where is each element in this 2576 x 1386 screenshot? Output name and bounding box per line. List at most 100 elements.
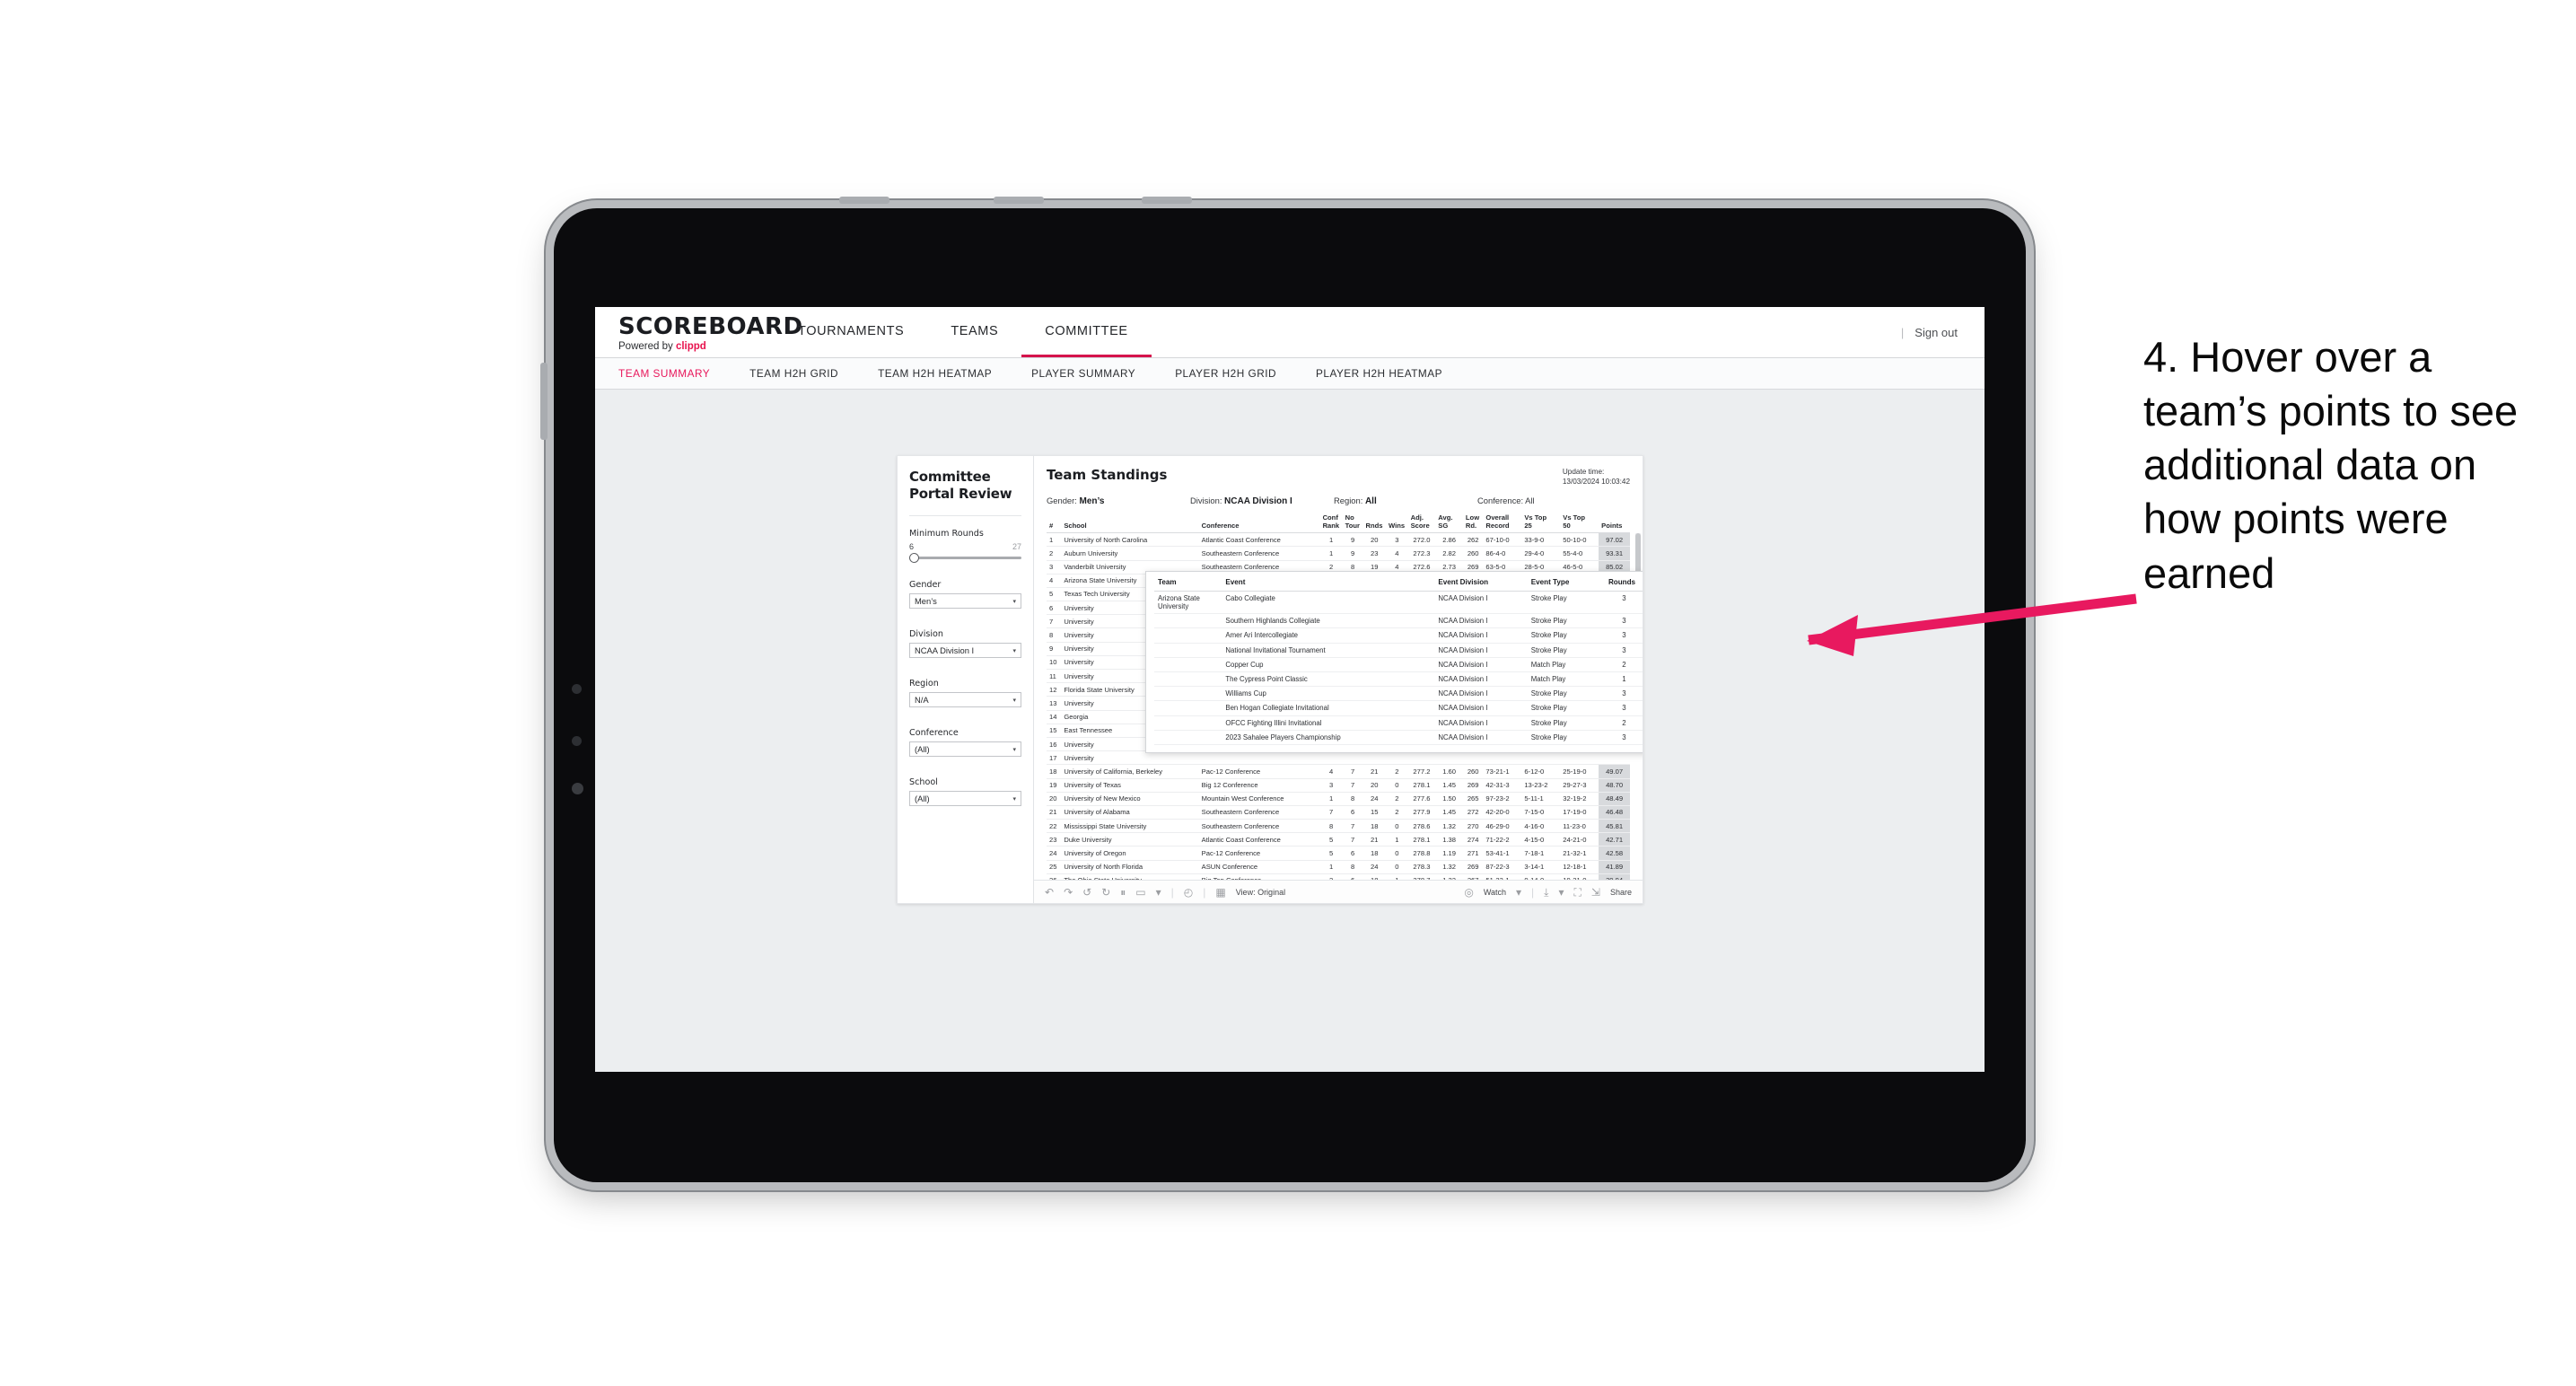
cell-avg_sg [1435, 750, 1463, 766]
cell-wins: 0 [1386, 778, 1408, 793]
table-row[interactable]: 21 University of Alabama Southeastern Conf… [1047, 805, 1630, 820]
cell-points[interactable]: 41.89 [1599, 860, 1630, 874]
logo-brand-name: clippd [675, 341, 706, 352]
download-chevron-down-icon[interactable]: ▾ [1558, 887, 1564, 898]
standings-col-vs-top-50[interactable]: Vs Top 50 [1560, 513, 1599, 534]
tab-player-h2h-grid[interactable]: PLAYER H2H GRID [1175, 367, 1276, 380]
summary-gender-value: Men’s [1079, 496, 1105, 507]
table-row[interactable]: 23 Duke University Atlantic Coast Conferen… [1047, 832, 1630, 847]
cell-points[interactable]: 42.71 [1599, 832, 1630, 847]
tooltip-row: National Invitational Tournament NCAA Div… [1154, 643, 1643, 658]
cell-points[interactable]: 48.70 [1599, 778, 1630, 793]
conference-label: Conference [909, 728, 959, 739]
standings-col-vs-top-25[interactable]: Vs Top 25 [1521, 513, 1561, 534]
table-row[interactable]: 2 Auburn University Southeastern Conferenc… [1047, 546, 1630, 561]
table-row[interactable]: 20 University of New Mexico Mountain West … [1047, 792, 1630, 806]
table-row[interactable]: 22 Mississippi State University Southeaste… [1047, 819, 1630, 834]
alerts-icon[interactable]: ▭ [1135, 887, 1145, 898]
standings-col-[interactable]: # [1047, 514, 1062, 534]
watch-chevron-down-icon[interactable]: ▾ [1516, 887, 1521, 898]
minimum-rounds-max: 27 [1012, 542, 1021, 552]
nav-item-teams[interactable]: TEAMS [927, 307, 1021, 357]
cell-low_rd: 274 [1462, 832, 1484, 847]
division-select[interactable]: NCAA Division I ▾ [909, 643, 1021, 659]
cell-conf_rank: 5 [1319, 846, 1343, 861]
app-logo[interactable]: SCOREBOARD Powered by clippd [595, 307, 802, 357]
standings-col-no-tour[interactable]: No Tour [1342, 513, 1363, 534]
table-row[interactable]: 19 University of Texas Big 12 Conference 3 7… [1047, 778, 1630, 793]
cell-points[interactable] [1599, 750, 1630, 766]
standings-col-avg-sg[interactable]: Avg. SG [1435, 513, 1463, 534]
standings-col-conf-rank[interactable]: Conf Rank [1319, 513, 1343, 534]
tooltip-cell-event: Amer Ari Intercollegiate [1222, 627, 1435, 644]
table-row[interactable]: 18 University of California, Berkeley Pac-… [1047, 764, 1630, 779]
tab-player-summary[interactable]: PLAYER SUMMARY [1031, 367, 1135, 380]
cell-points[interactable]: 48.49 [1599, 792, 1630, 806]
cell-no_tour: 7 [1342, 832, 1363, 847]
share-button[interactable]: Share [1610, 888, 1632, 897]
pause-icon[interactable]: ⏸ [1120, 887, 1126, 898]
standings-col-points[interactable]: Points [1599, 514, 1630, 534]
cell-conference: Southeastern Conference [1198, 805, 1320, 820]
minimum-rounds-slider[interactable] [909, 553, 1021, 564]
cell-conference: Pac-12 Conference [1198, 846, 1320, 861]
conference-select[interactable]: (All) ▾ [909, 741, 1021, 758]
view-original-button[interactable]: View: Original [1236, 888, 1285, 897]
region-select[interactable]: N/A ▾ [909, 692, 1021, 708]
redo-icon[interactable]: ↷ [1064, 887, 1073, 898]
nav-item-committee[interactable]: COMMITTEE [1021, 307, 1152, 357]
table-row[interactable]: 25 University of North Florida ASUN Confer… [1047, 860, 1630, 874]
portal-title: Committee Portal Review [909, 469, 1012, 503]
undo-icon[interactable]: ↶ [1045, 887, 1054, 898]
table-row[interactable]: 24 University of Oregon Pac-12 Conference 5… [1047, 846, 1630, 861]
cell-points[interactable]: 42.58 [1599, 846, 1630, 861]
standings-col-school[interactable]: School [1061, 514, 1199, 534]
standings-header-row: # School Conference Conf Rank No Tour Rnds Wins A… [1047, 513, 1630, 534]
cell-points[interactable]: 49.07 [1599, 764, 1630, 779]
nav-item-tournaments[interactable]: TOURNAMENTS [775, 307, 927, 357]
cell-conference: Mountain West Conference [1198, 792, 1320, 806]
division-value: NCAA Division I [915, 645, 975, 656]
fullscreen-icon[interactable]: ⛶ [1574, 887, 1582, 898]
standings-col-conference[interactable]: Conference [1198, 514, 1320, 534]
tooltip-row: Southern Highlands Collegiate NCAA Divisi… [1154, 613, 1643, 629]
cell-points[interactable]: 46.48 [1599, 805, 1630, 820]
tab-team-summary[interactable]: TEAM SUMMARY [618, 367, 710, 380]
school-select[interactable]: (All) ▾ [909, 791, 1021, 807]
header-right-group: | Sign out [1901, 307, 1985, 357]
table-row[interactable]: 1 University of North Carolina Atlantic Co… [1047, 532, 1630, 548]
alerts-chevron-down-icon[interactable]: ▾ [1156, 887, 1161, 898]
tab-team-h2h-grid[interactable]: TEAM H2H GRID [749, 367, 838, 380]
table-row[interactable]: 17 University [1047, 750, 1630, 766]
cell-points[interactable]: 93.31 [1599, 546, 1630, 561]
toolbar-separator-1: | [1170, 885, 1174, 899]
sidebar-divider [909, 515, 1021, 517]
header-divider: | [1900, 325, 1905, 339]
cell-low_rd: 272 [1462, 805, 1484, 820]
tooltip-body: Arizona State University Cabo Collegiate N… [1154, 591, 1643, 745]
revert-icon[interactable]: ↺ [1082, 887, 1091, 898]
cell-overall: 53-41-1 [1483, 846, 1522, 861]
cell-rnds: 21 [1362, 764, 1386, 779]
standings-col-rnds[interactable]: Rnds [1362, 514, 1386, 534]
standings-col-adj-score[interactable]: Adj. Score [1407, 513, 1436, 534]
standings-col-wins[interactable]: Wins [1386, 514, 1408, 534]
cell-points[interactable]: 97.02 [1599, 532, 1630, 548]
watch-button[interactable]: Watch [1484, 888, 1506, 897]
standings-col-overall-record[interactable]: Overall Record [1483, 513, 1522, 534]
download-icon[interactable]: ⤓ [1544, 887, 1548, 898]
cell-points[interactable]: 45.81 [1599, 819, 1630, 834]
filter-region: Region N/A ▾ [909, 679, 1021, 708]
school-label: School [909, 777, 938, 788]
gender-select[interactable]: Men’s ▾ [909, 593, 1021, 610]
standings-col-low-rd[interactable]: Low Rd. [1462, 513, 1484, 534]
cell-conference: Southeastern Conference [1198, 819, 1320, 834]
clock-icon[interactable]: ◴ [1184, 887, 1193, 898]
tab-player-h2h-heatmap[interactable]: PLAYER H2H HEATMAP [1316, 367, 1442, 380]
minimum-rounds-slider-handle[interactable] [909, 553, 919, 564]
tab-team-h2h-heatmap[interactable]: TEAM H2H HEATMAP [878, 367, 992, 380]
cell-conf_rank: 8 [1319, 819, 1343, 834]
refresh-icon[interactable]: ↻ [1101, 887, 1110, 898]
minimum-rounds-min: 6 [909, 542, 915, 552]
sign-out-link[interactable]: Sign out [1914, 326, 1958, 339]
